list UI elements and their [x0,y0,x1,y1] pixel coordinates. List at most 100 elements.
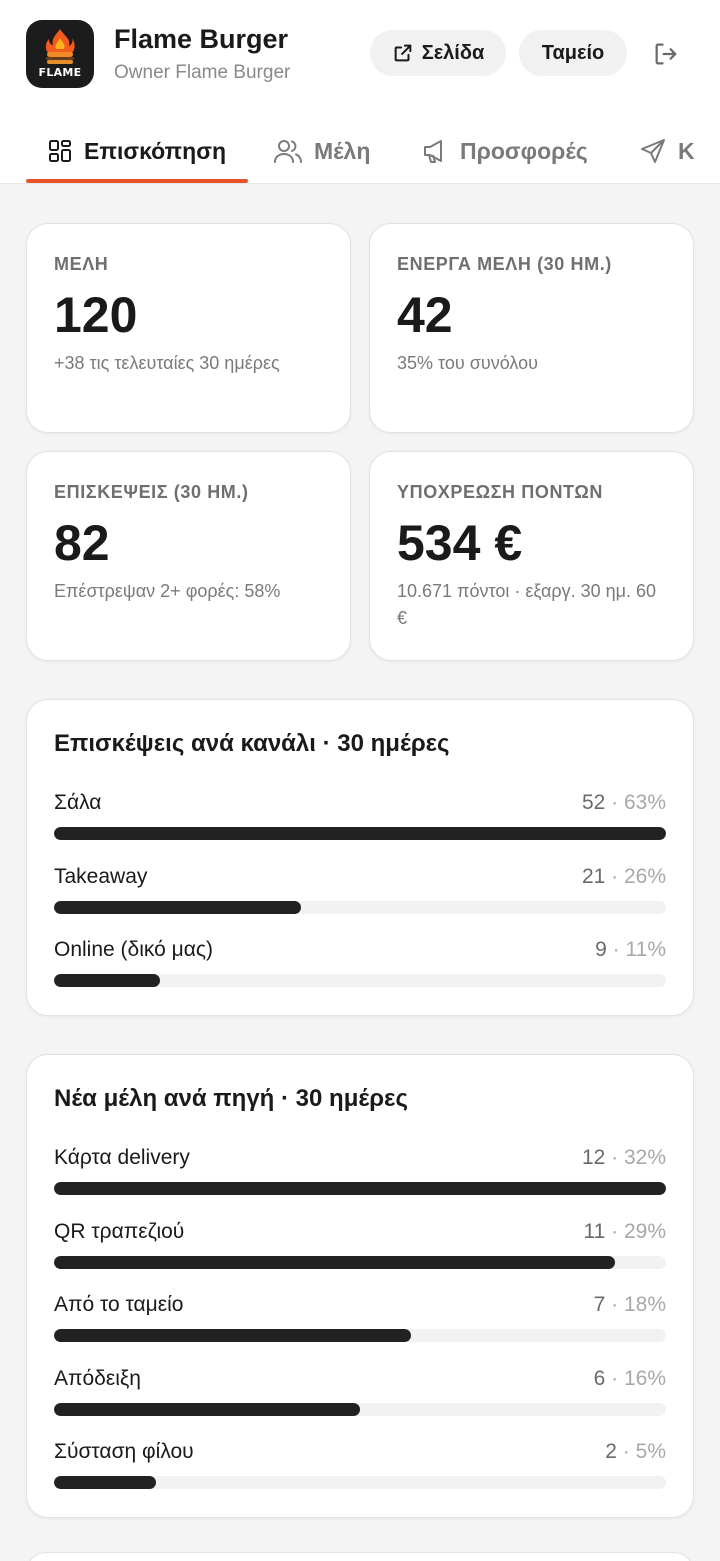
bar-label: Takeaway [54,864,148,888]
section-title: Επισκέψεις ανά κανάλι · 30 ημέρες [54,730,450,757]
bar-label: Σάλα [54,791,102,814]
stat-card-members: ΜΕΛΗ 120 +38 τις τελευταίες 30 ημέρες [26,223,351,433]
stat-label: ΥΠΟΧΡΕΩΣΗ ΠΟΝΤΩΝ [397,482,603,502]
bar-row: Κάρτα delivery 12 · 32% [54,1146,666,1206]
external-link-icon [394,44,412,62]
bar-track [54,974,666,988]
bar-row: Απόδειξη 6 · 16% [54,1367,666,1427]
tab-offers[interactable]: Προσφορές [422,118,588,184]
open-page-button[interactable]: Σελίδα [370,30,506,76]
stat-sub: +38 τις τελευταίες 30 ημέρες [54,353,280,373]
bar-count: 2 [605,1440,617,1464]
bar-label: Σύσταση φίλου [54,1440,194,1464]
bar-row: Από το ταμείο 7 · 18% [54,1293,666,1353]
bar-value: 11 · 29% [583,1220,666,1244]
bar-value: 6 · 16% [594,1367,666,1391]
stat-label: ΕΝΕΡΓΑ ΜΕΛΗ (30 ΗΜ.) [397,254,612,274]
bar-count: 21 [581,864,606,888]
send-icon [641,139,665,163]
bar-percent: 26% [623,864,666,888]
next-card [26,1552,694,1561]
logo-text: FLAME [38,66,82,79]
bar-row: Takeaway 21 · 26% [54,865,666,925]
bar-value: 52 · 63% [582,791,666,815]
bar-fill [54,827,666,840]
section-title: Νέα μέλη ανά πηγή · 30 ημέρες [54,1085,408,1112]
bar-count: 7 [593,1293,606,1317]
brand-logo: FLAME [26,20,94,88]
bar-percent: 5% [635,1440,666,1464]
tab-offers-label: Προσφορές [460,137,588,164]
bar-fill [54,1255,616,1269]
separator-dot: · [605,1366,624,1390]
bar-fill [54,1402,360,1416]
tab-campaigns[interactable]: Κ [640,118,695,184]
open-page-label: Σελίδα [421,41,485,64]
separator-dot: · [605,1219,624,1243]
cash-register-button[interactable]: Ταμείο [519,30,627,76]
stat-value: 120 [54,287,138,343]
brand-subtitle: Owner Flame Burger [114,62,291,83]
bar-value: 9 · 11% [595,938,666,962]
bar-track [54,827,666,840]
bar-row: Σύσταση φίλου 2 · 5% [54,1440,666,1500]
separator-dot: · [605,864,624,888]
bar-row: QR τραπεζιού 11 · 29% [54,1220,666,1280]
bar-label: Κάρτα delivery [54,1146,190,1169]
bar-label: Από το ταμείο [54,1293,184,1317]
bar-track [54,1255,666,1269]
bar-value: 21 · 26% [582,865,666,889]
bar-track [54,1182,666,1195]
flame-burger-icon [45,29,75,64]
bar-percent: 63% [623,791,666,814]
bar-row: Online (δικό μας) 9 · 11% [54,938,666,998]
bar-value: 7 · 18% [594,1293,666,1317]
bar-value: 12 · 32% [582,1146,666,1170]
tab-members[interactable]: Μέλη [274,118,370,184]
bar-label: QR τραπεζιού [54,1219,185,1243]
separator-dot: · [606,938,626,962]
grid-icon [49,140,71,162]
separator-dot: · [605,1146,624,1169]
separator-dot: · [605,1293,624,1317]
bar-percent: 16% [623,1366,666,1390]
tab-bar: Επισκόπηση Μέλη Προσφορές Κ [0,118,720,184]
cash-register-label: Ταμείο [541,41,605,64]
stat-card-points-liability: ΥΠΟΧΡΕΩΣΗ ΠΟΝΤΩΝ 534 € 10.671 πόντοι · ε… [369,451,694,661]
tab-campaigns-label: Κ [678,137,695,164]
separator-dot: · [605,791,624,814]
brand-name: Flame Burger [114,24,289,54]
bar-fill [54,1182,666,1195]
bar-count: 52 [581,791,606,814]
stat-sub: 35% του συνόλου [397,353,538,373]
stat-sub: 10.671 πόντοι · εξαργ. 30 ημ. 60 € [397,581,657,628]
users-icon [274,140,302,163]
stat-value: 82 [54,515,110,571]
bar-percent: 11% [625,938,666,962]
app-header: FLAME Flame Burger Owner Flame Burger Σε… [0,0,720,184]
bar-fill [54,974,160,988]
bar-percent: 29% [623,1219,666,1243]
stat-card-visits: ΕΠΙΣΚΕΨΕΙΣ (30 ΗΜ.) 82 Επέστρεψαν 2+ φορ… [26,451,351,661]
stat-value: 534 € [397,515,523,571]
bar-count: 9 [595,938,607,962]
bar-value: 2 · 5% [605,1440,666,1464]
tab-overview-label: Επισκόπηση [84,137,226,164]
stat-label: ΜΕΛΗ [54,254,109,274]
bar-track [54,1329,666,1343]
visits-by-channel-card: Επισκέψεις ανά κανάλι · 30 ημέρες Σάλα 52… [26,699,694,1016]
bar-percent: 18% [623,1293,666,1317]
tab-overview[interactable]: Επισκόπηση [48,118,226,184]
bar-fill [54,900,302,914]
bar-track [54,900,666,914]
logout-icon[interactable] [652,40,680,68]
bar-label: Απόδειξη [54,1366,141,1390]
bar-row: Σάλα 52 · 63% [54,791,666,851]
bar-count: 11 [583,1219,606,1243]
bar-percent: 32% [623,1146,666,1169]
bar-count: 6 [593,1366,606,1390]
stat-sub: Επέστρεψαν 2+ φορές: 58% [54,581,281,601]
separator-dot: · [616,1440,636,1464]
tab-members-label: Μέλη [314,137,371,164]
bar-label: Online (δικό μας) [54,938,213,962]
